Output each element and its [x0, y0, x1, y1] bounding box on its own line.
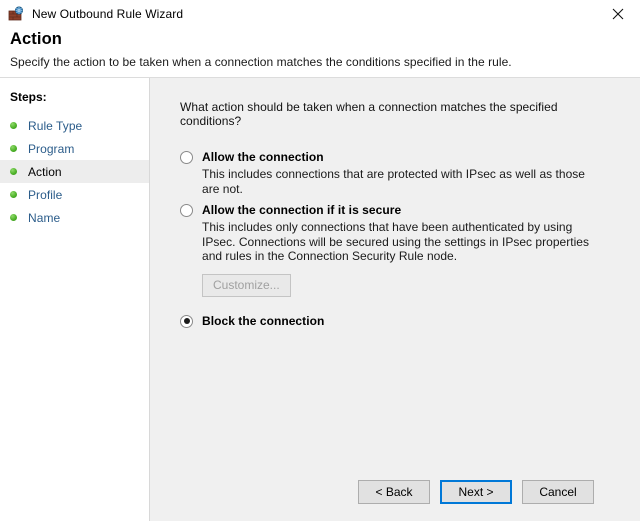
action-question: What action should be taken when a conne… — [180, 100, 558, 128]
step-bullet-icon — [10, 191, 17, 198]
radio-icon — [180, 314, 193, 328]
body: Steps: Rule Type Program Action Profile … — [0, 78, 640, 521]
sidebar-item-label: Action — [28, 164, 62, 179]
radio-block-the-connection[interactable]: Block the connection — [180, 314, 614, 328]
customize-button-wrap: Customize... — [202, 273, 614, 297]
step-bullet-icon — [10, 122, 17, 129]
option-allow-if-secure: Allow the connection if it is secure Thi… — [180, 203, 614, 297]
sidebar-item-action[interactable]: Action — [0, 160, 149, 183]
firewall-globe-icon — [8, 6, 24, 22]
content-pane: What action should be taken when a conne… — [150, 78, 640, 521]
new-outbound-rule-wizard-window: New Outbound Rule Wizard Action Specify … — [0, 0, 640, 521]
radio-icon — [180, 204, 193, 217]
radio-icon — [180, 151, 193, 164]
option-title: Allow the connection if it is secure — [202, 203, 402, 217]
option-description: This includes connections that are prote… — [202, 167, 585, 196]
option-block-the-connection: Block the connection — [180, 314, 614, 328]
step-bullet-icon — [10, 145, 17, 152]
cancel-button[interactable]: Cancel — [522, 480, 594, 504]
radio-allow-if-secure[interactable]: Allow the connection if it is secure — [180, 203, 614, 217]
sidebar-item-rule-type[interactable]: Rule Type — [0, 114, 149, 137]
wizard-footer: < Back Next > Cancel — [180, 480, 614, 521]
option-title: Allow the connection — [202, 150, 324, 164]
option-title: Block the connection — [202, 313, 325, 328]
sidebar-item-label: Rule Type — [28, 118, 83, 133]
steps-heading: Steps: — [10, 90, 47, 104]
page-subtitle: Specify the action to be taken when a co… — [10, 55, 512, 69]
page-title: Action — [10, 30, 62, 48]
customize-button[interactable]: Customize... — [202, 273, 291, 297]
sidebar-item-label: Program — [28, 141, 75, 156]
sidebar-item-label: Name — [28, 210, 61, 225]
sidebar-item-profile[interactable]: Profile — [0, 183, 149, 206]
back-button[interactable]: < Back — [358, 480, 430, 504]
page-header: Action Specify the action to be taken wh… — [0, 28, 640, 78]
radio-allow-the-connection[interactable]: Allow the connection — [180, 150, 614, 164]
sidebar-item-program[interactable]: Program — [0, 137, 149, 160]
sidebar-item-label: Profile — [28, 187, 63, 202]
step-bullet-icon — [10, 214, 17, 221]
step-bullet-icon — [10, 168, 17, 175]
title-bar: New Outbound Rule Wizard — [0, 0, 640, 28]
option-description: This includes only connections that have… — [202, 220, 589, 263]
close-icon[interactable] — [595, 0, 640, 28]
next-button[interactable]: Next > — [440, 480, 512, 504]
option-allow-the-connection: Allow the connection This includes conne… — [180, 150, 614, 196]
steps-sidebar: Steps: Rule Type Program Action Profile … — [0, 78, 150, 521]
sidebar-item-name[interactable]: Name — [0, 206, 149, 229]
window-title: New Outbound Rule Wizard — [32, 7, 184, 21]
